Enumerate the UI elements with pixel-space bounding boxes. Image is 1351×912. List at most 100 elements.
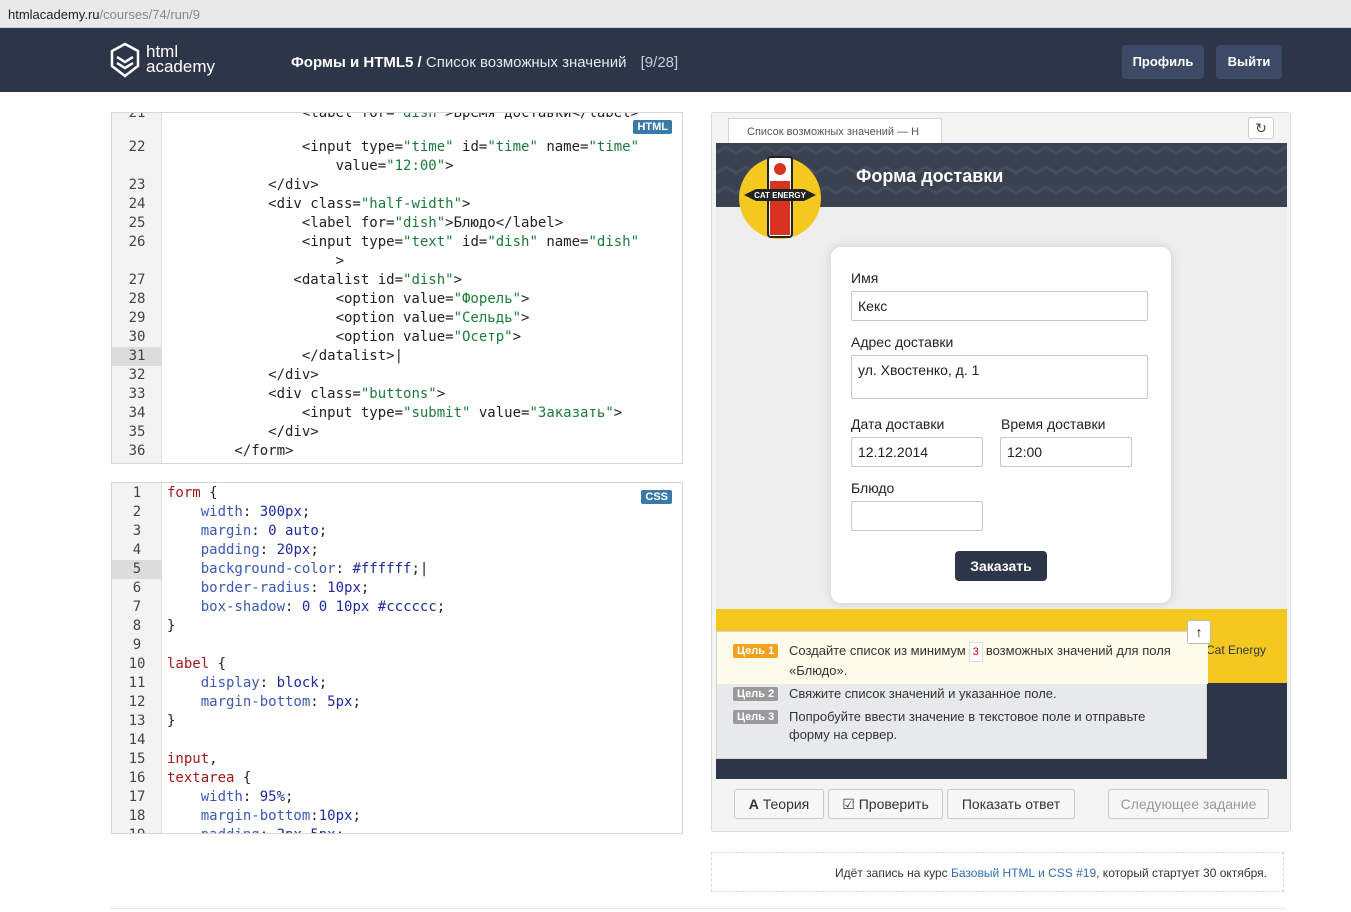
line-number: 10 (128, 656, 146, 672)
address-textarea[interactable]: ул. Хвостенко, д. 1 (851, 355, 1148, 399)
line-number: 4 (132, 542, 142, 558)
code-line: <label for="dish">Блюдо</label> (167, 215, 564, 231)
code-line: </datalist>| (167, 348, 404, 364)
code-line: width: 300px; (200, 504, 311, 520)
logout-button[interactable]: Выйти (1216, 45, 1282, 79)
url-host: htmlacademy.ru (8, 7, 100, 22)
code-line: <option value="Форель"> (167, 291, 530, 307)
code-line: <input type="text" id="dish" name="dish" (167, 234, 640, 250)
preview-frame: Форма доставки CAT ENERGY Имя Кекс Адрес… (716, 143, 1287, 779)
line-number: 25 (128, 215, 146, 231)
logo-text: CAT ENERGY (754, 191, 807, 200)
line-number: 30 (128, 329, 146, 345)
line-number: 9 (132, 637, 142, 653)
line-number: 27 (128, 272, 146, 288)
url-path: /courses/74/run/9 (99, 7, 200, 22)
code-line: </form> (167, 443, 294, 459)
date-label: Дата доставки (851, 416, 945, 432)
refresh-button[interactable]: ↻ (1248, 117, 1274, 139)
next-task-button[interactable]: Следующее задание (1108, 789, 1269, 819)
promo-link[interactable]: Базовый HTML и CSS #19 (951, 866, 1096, 880)
top-navigation: html academy Формы и HTML5 / Список возм… (0, 28, 1351, 92)
goals-panel: ↑ Цель 1 Создайте список из минимум 3 возм… (716, 620, 1211, 759)
checkbox-icon: ☑ (842, 796, 855, 812)
code-line: <option value="Сельдь"> (167, 310, 530, 326)
cat-energy-logo: CAT ENERGY (738, 155, 822, 241)
collapse-goals-button[interactable]: ↑ (1187, 620, 1211, 644)
name-input[interactable]: Кекс (851, 291, 1148, 321)
code-line: </div> (167, 424, 319, 440)
line-number: 11 (128, 675, 146, 691)
line-number: 36 (128, 443, 146, 459)
line-number: 32 (128, 367, 146, 383)
line-number: 29 (128, 310, 146, 326)
dish-input[interactable] (851, 501, 983, 531)
line-number: 21 (128, 112, 146, 121)
theory-label: Теория (762, 796, 810, 812)
line-number: 1 (132, 485, 142, 501)
code-line: form { (167, 485, 218, 501)
check-button[interactable]: ☑ Проверить (828, 789, 943, 819)
line-number: 17 (128, 789, 146, 805)
address-label: Адрес доставки (851, 334, 954, 350)
arrow-up-icon: ↑ (1195, 624, 1203, 640)
code-line: > (167, 253, 345, 269)
code-line: <label for="dish">Время доставки</label> (301, 112, 640, 121)
course-title: Формы и HTML5 / (291, 54, 422, 71)
line-number: 26 (128, 234, 146, 250)
code-line: width: 95%; (200, 789, 294, 805)
theory-button[interactable]: A Теория (734, 789, 824, 819)
css-editor[interactable]: 1 form { 2 width: 300px; 3 margin: 0 aut… (111, 482, 683, 834)
profile-button[interactable]: Профиль (1122, 45, 1204, 79)
line-number: 16 (128, 770, 146, 786)
line-number: 13 (128, 713, 146, 729)
logo-line-2: academy (146, 57, 215, 76)
code-line: <div class="buttons"> (167, 386, 446, 402)
code-line: box-shadow: 0 0 10px #cccccc; (200, 599, 446, 615)
line-number: 23 (128, 177, 146, 193)
line-number: 3 (132, 523, 142, 539)
code-line: margin-bottom: 5px; (200, 694, 361, 710)
show-answer-button[interactable]: Показать ответ (947, 789, 1075, 819)
line-number: 15 (128, 751, 146, 767)
refresh-icon: ↻ (1255, 120, 1267, 136)
code-line: padding: 2px 5px; (167, 826, 344, 833)
code-line: input, (167, 751, 218, 767)
goal-1-number: 3 (968, 642, 983, 662)
promo-suffix: , который стартует 30 октября. (1096, 866, 1267, 880)
code-line: border-radius: 10px; (200, 580, 370, 596)
code-line: <input type="time" id="time" name="time" (301, 139, 640, 155)
code-line: <div class="half-width"> (167, 196, 471, 212)
code-line: textarea { (167, 770, 252, 786)
goal-2-tag: Цель 2 (733, 687, 779, 701)
line-number: 33 (128, 386, 146, 402)
breadcrumb: Формы и HTML5 / Список возможных значени… (291, 54, 678, 71)
footer-brand: Cat Energy (1206, 643, 1267, 657)
html-editor[interactable]: 21 <label for="dish">Время доставки</lab… (111, 112, 683, 464)
line-number: 14 (128, 732, 146, 748)
code-line: <input type="submit" value="Заказать"> (167, 405, 623, 421)
code-line: margin: 0 auto; (200, 523, 328, 539)
date-input[interactable]: 12.12.2014 (851, 437, 983, 467)
goal-1-text: Создайте список из минимум 3 возможных зна… (789, 642, 1171, 678)
html-academy-logo[interactable]: html academy (110, 42, 230, 82)
promo-prefix: Идёт запись на курс (835, 866, 948, 880)
preview-tab[interactable]: Список возможных значений — H (728, 118, 942, 144)
order-button[interactable]: Заказать (955, 551, 1047, 581)
code-line: display: block; (200, 675, 328, 691)
time-input[interactable]: 12:00 (1000, 437, 1132, 467)
line-number: 28 (128, 291, 146, 307)
course-promo: Идёт запись на курс Базовый HTML и CSS #… (711, 852, 1284, 892)
code-line: <datalist id="dish"> (167, 272, 463, 288)
preview-panel: Список возможных значений — H ↻ Форма до… (711, 112, 1291, 832)
divider (110, 908, 1285, 909)
text-icon: A (748, 796, 759, 812)
line-number: 35 (128, 424, 146, 440)
code-line: margin-bottom:10px; (200, 808, 361, 824)
address-bar[interactable]: htmlacademy.ru/courses/74/run/9 (0, 0, 1351, 28)
line-number-active: 31 (112, 347, 162, 366)
code-line: padding: 20px; (200, 542, 319, 558)
code-line: </div> (167, 367, 319, 383)
time-label: Время доставки (1001, 416, 1106, 432)
code-line: value="12:00"> (167, 158, 454, 174)
